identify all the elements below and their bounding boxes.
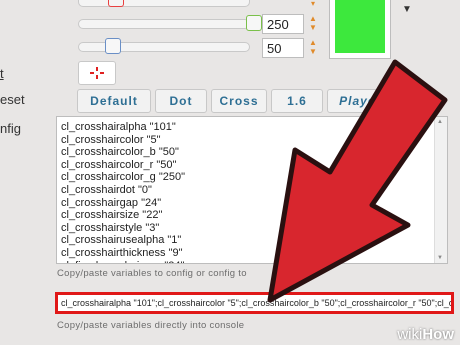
config-line: cl_crosshaircolor_g "250" <box>61 171 185 184</box>
config-line: cl_crosshairthickness "9" <box>61 246 183 259</box>
console-field[interactable]: cl_crosshairalpha "101";cl_crosshaircolo… <box>55 292 454 314</box>
config-line: cl_crosshaircolor "5" <box>61 133 161 146</box>
gap-value-field[interactable]: 50 <box>262 38 304 58</box>
config-line: cl_crosshairalpha "101" <box>61 121 176 133</box>
preset-players-button[interactable]: Players <box>327 89 401 113</box>
top-slider-knob[interactable] <box>108 0 124 7</box>
wikihow-watermark: wikiHow <box>397 326 454 343</box>
color-swatch <box>335 0 385 53</box>
config-scrollbar[interactable]: ▲ ▼ <box>434 117 447 263</box>
green-value-field[interactable]: 250 <box>262 14 304 34</box>
config-textarea[interactable]: cl_crosshairalpha "101" cl_crosshaircolor… <box>56 116 448 264</box>
green-slider-knob[interactable] <box>246 15 262 31</box>
gap-slider-knob[interactable] <box>105 38 121 54</box>
green-spinner-icon[interactable]: ▲ ▼ <box>307 14 319 34</box>
top-spinner[interactable]: ▾ <box>307 0 319 8</box>
preset-16-button[interactable]: 1.6 <box>271 89 323 113</box>
config-line: cl_fixedcrosshairgap "24" <box>61 260 221 263</box>
crosshair-preview[interactable] <box>78 61 116 85</box>
gap-spinner-icon[interactable]: ▲ ▼ <box>307 38 319 58</box>
color-preview-frame[interactable] <box>329 0 391 59</box>
chevron-down-icon[interactable]: ▼ <box>402 4 412 15</box>
crosshair-icon <box>90 67 104 79</box>
config-line: cl_crosshairsize "22" <box>61 209 163 222</box>
sidebar-label-t: t <box>0 66 4 81</box>
sidebar-label-config: nfig <box>0 121 21 136</box>
config-line: cl_crosshairdot "0" <box>61 183 152 196</box>
preset-cross-button[interactable]: Cross <box>211 89 267 113</box>
config-lines: cl_crosshairalpha "101" cl_crosshaircolor… <box>61 121 221 263</box>
config-line: cl_crosshaircolor_r "50" <box>61 158 177 171</box>
config-line: cl_crosshaircolor_b "50" <box>61 146 179 159</box>
top-slider-cut[interactable] <box>78 0 250 7</box>
config-hint: Copy/paste variables to config or config… <box>57 268 247 279</box>
config-line: cl_crosshairgap "24" <box>61 196 162 209</box>
console-hint: Copy/paste variables directly into conso… <box>57 320 245 331</box>
gap-slider[interactable] <box>78 42 250 52</box>
config-line: cl_crosshairusealpha "1" <box>61 234 182 247</box>
green-slider[interactable] <box>78 19 250 29</box>
preset-dot-button[interactable]: Dot <box>155 89 207 113</box>
config-line: cl_crosshairstyle "3" <box>61 221 160 234</box>
preset-default-button[interactable]: Default <box>77 89 151 113</box>
sidebar-label-preset: eset <box>0 92 25 107</box>
config-hint-tail: ield <box>302 268 318 279</box>
